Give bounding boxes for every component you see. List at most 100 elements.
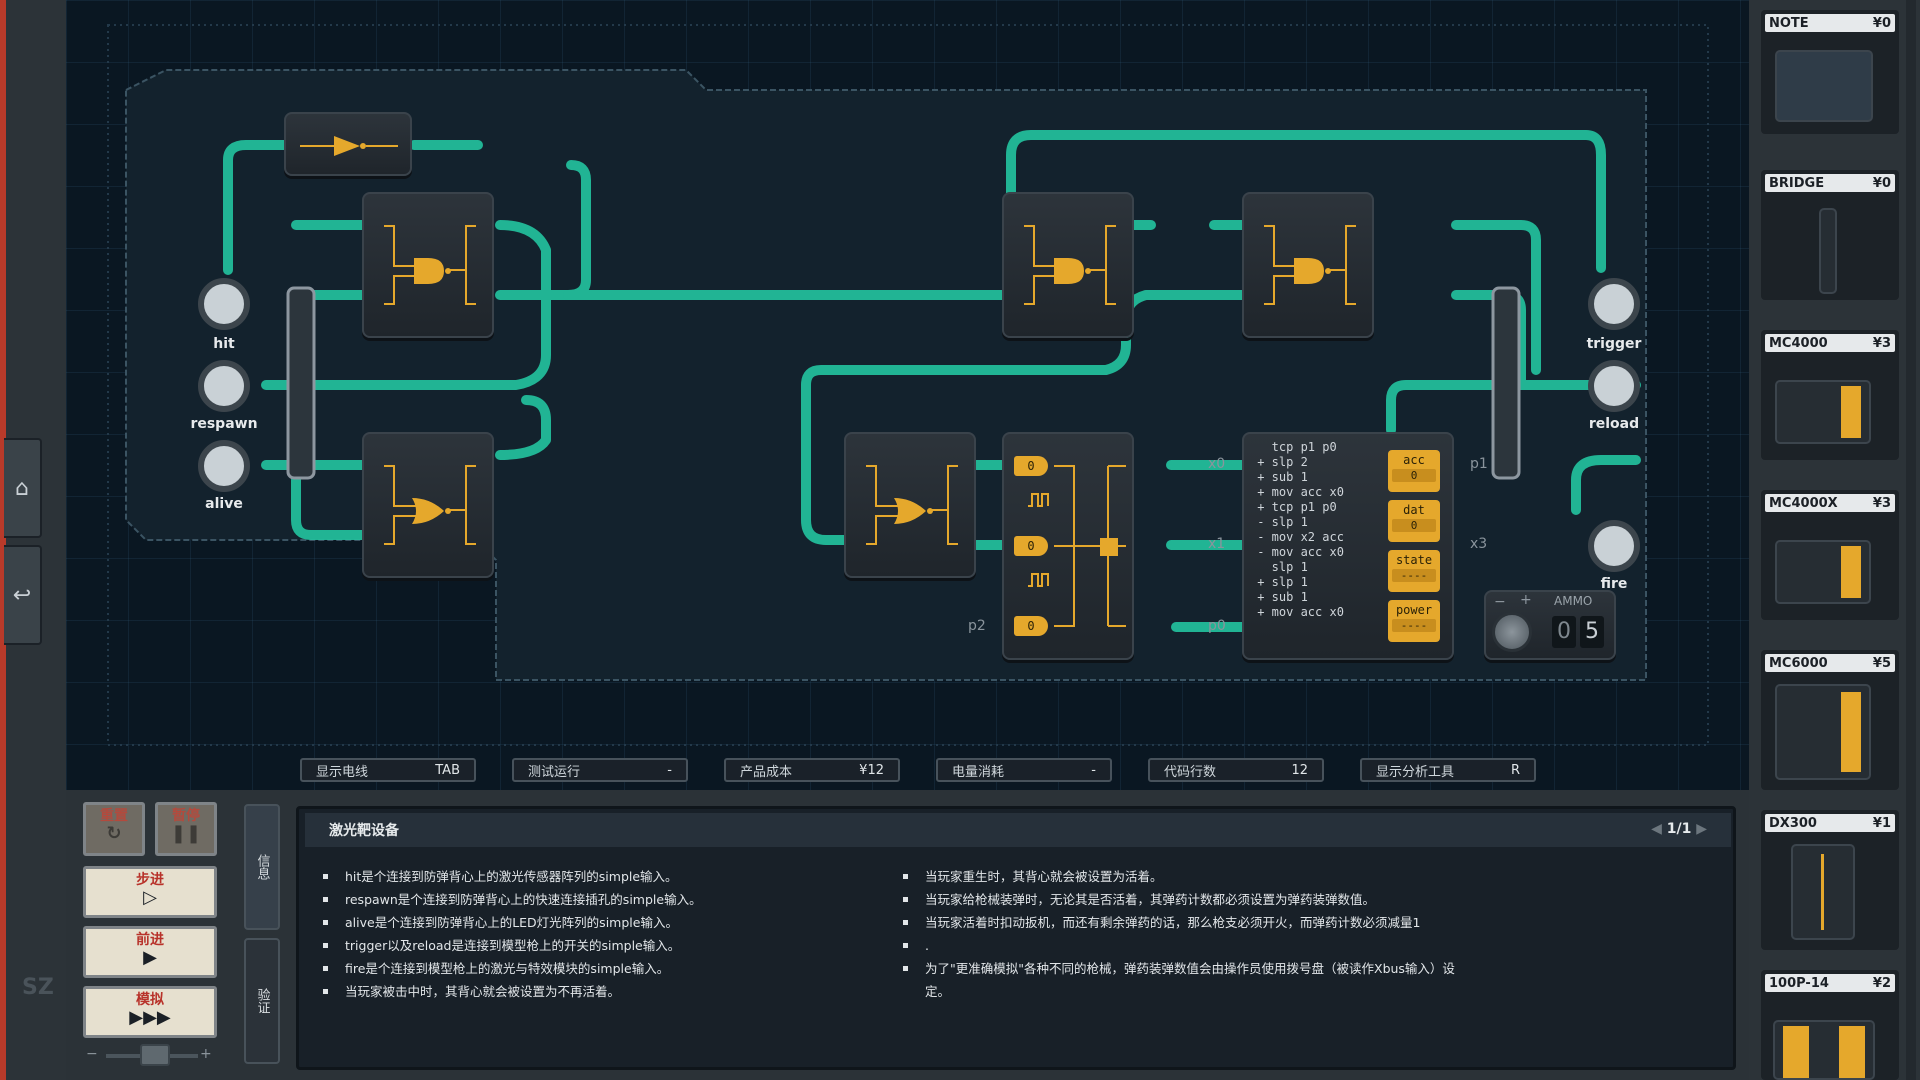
dial-knob-icon[interactable]	[1492, 612, 1532, 652]
pin-label-p2: p2	[968, 618, 986, 634]
pause-button[interactable]: 暂停 ❚❚	[155, 802, 217, 856]
buffer-icon	[300, 136, 398, 156]
part-note[interactable]: NOTE ¥0	[1761, 10, 1899, 134]
dx300-thumbnail	[1791, 844, 1855, 940]
logic-gate-module[interactable]	[362, 432, 494, 578]
tab-info[interactable]: 信息	[244, 804, 280, 930]
dx300-module[interactable]: 0 0 0	[1002, 432, 1134, 660]
back-icon: ↩	[12, 582, 32, 608]
mc6000-module[interactable]: tcp p1 p0 + slp 2 + sub 1 + mov acc x0 +…	[1242, 432, 1454, 660]
logic-gate-module[interactable]	[1242, 192, 1374, 338]
step-icon: ▷	[143, 887, 157, 908]
list-item: fire是个连接到模型枪上的激光与特效模块的simple输入。	[323, 957, 883, 980]
list-item: 为了"更准确模拟"各种不同的枪械，弹药装弹数值会由操作员使用拨号盘（被读作Xbu…	[903, 957, 1463, 1003]
parts-scrollbar[interactable]	[1906, 0, 1916, 1080]
list-item: hit是个连接到防弹背心上的激光传感器阵列的simple输入。	[323, 865, 883, 888]
logic-gate-module[interactable]	[844, 432, 976, 578]
list-item: trigger以及reload是连接到模型枪上的开关的simple输入。	[323, 934, 883, 957]
show-analysis-tools-toggle[interactable]: 显示分析工具 R	[1360, 758, 1536, 782]
mc4000x-thumbnail	[1775, 540, 1871, 604]
pin-label-alive: alive	[205, 496, 243, 512]
bottom-panel: 重置 ↻ 暂停 ❚❚ 步进 ▷ 前进 ▶ 模拟 ▶▶▶ − + 信息 验证 激光靶设备 ◀…	[66, 790, 1749, 1080]
info-header: 激光靶设备 ◀ 1/1 ▶	[305, 813, 1731, 847]
dial-plus-button[interactable]: +	[1520, 592, 1532, 608]
pin-label-reload: reload	[1588, 416, 1640, 432]
pin-label-x3: x3	[1470, 536, 1488, 552]
pin-fire[interactable]	[1588, 520, 1640, 572]
part-100p14[interactable]: 100P-14 ¥2	[1761, 970, 1899, 1080]
circuit-board[interactable]: hit respawn alive trigger reload fire 0 …	[66, 0, 1749, 790]
pin-label-p1: p1	[1470, 456, 1488, 472]
pause-icon: ❚❚	[170, 823, 202, 844]
part-title: 100P-14 ¥2	[1765, 974, 1895, 992]
ammo-dial-module[interactable]: − + AMMO 0 5	[1484, 590, 1616, 660]
list-item: alive是个连接到防弹背心上的LED灯光阵列的simple输入。	[323, 911, 883, 934]
part-mc4000x[interactable]: MC4000X ¥3	[1761, 490, 1899, 620]
test-run-indicator: 测试运行 -	[512, 758, 688, 782]
list-item: .	[903, 934, 1463, 957]
list-item: respawn是个连接到防弹背心上的快速连接插孔的simple输入。	[323, 888, 883, 911]
part-dx300[interactable]: DX300 ¥1	[1761, 810, 1899, 950]
simulate-button[interactable]: 模拟 ▶▶▶	[83, 986, 217, 1038]
tab-verify[interactable]: 验证	[244, 938, 280, 1064]
pin-respawn[interactable]	[198, 360, 250, 412]
fast-forward-icon: ▶▶▶	[129, 1007, 171, 1028]
info-panel: 激光靶设备 ◀ 1/1 ▶ hit是个连接到防弹背心上的激光传感器阵列的simp…	[296, 806, 1736, 1070]
nand-gate-icon	[1264, 225, 1356, 305]
note-thumbnail	[1775, 50, 1873, 122]
dial-minus-button[interactable]: −	[1494, 594, 1506, 610]
nor-gate-icon	[384, 465, 476, 545]
buffer-module[interactable]	[284, 112, 412, 176]
pin-label-hit: hit	[213, 336, 235, 352]
ammo-digit: 5	[1580, 616, 1604, 648]
part-title: NOTE ¥0	[1765, 14, 1895, 32]
pin-label-x0: x0	[1208, 456, 1226, 472]
reset-button[interactable]: 重置 ↻	[83, 802, 145, 856]
part-title: MC4000 ¥3	[1765, 334, 1895, 352]
show-wires-toggle[interactable]: 显示电线 TAB	[300, 758, 476, 782]
list-item: 当玩家给枪械装弹时，无论其是否活着，其弹药计数都必须设置为弹药装弹数值。	[903, 888, 1463, 911]
part-title: MC6000 ¥5	[1765, 654, 1895, 672]
left-sidebar: ⌂ ↩ SZ	[0, 0, 66, 1080]
part-title: DX300 ¥1	[1765, 814, 1895, 832]
part-title: BRIDGE ¥0	[1765, 174, 1895, 192]
part-title: MC4000X ¥3	[1765, 494, 1895, 512]
play-icon: ▶	[143, 947, 157, 968]
pin-reload[interactable]	[1588, 360, 1640, 412]
ammo-digit: 0	[1552, 616, 1576, 648]
nand-gate-icon	[1024, 225, 1116, 305]
register-acc: acc 0	[1388, 450, 1440, 492]
step-button[interactable]: 步进 ▷	[83, 866, 217, 918]
dx-value: 0	[1014, 536, 1048, 556]
nand-gate-icon	[384, 225, 476, 305]
back-button[interactable]: ↩	[4, 545, 42, 645]
mc4000-thumbnail	[1775, 380, 1871, 444]
power-usage-indicator: 电量消耗 -	[936, 758, 1112, 782]
100p14-thumbnail	[1773, 1020, 1875, 1080]
info-list-left: hit是个连接到防弹背心上的激光传感器阵列的simple输入。 respawn是…	[323, 865, 883, 1003]
chevron-right-icon[interactable]: ▶	[1696, 821, 1707, 837]
speed-minus-icon[interactable]: −	[86, 1046, 98, 1062]
register-power: power ----	[1388, 600, 1440, 642]
pin-alive[interactable]	[198, 440, 250, 492]
logic-gate-module[interactable]	[1002, 192, 1134, 338]
pin-trigger[interactable]	[1588, 278, 1640, 330]
pin-hit[interactable]	[198, 278, 250, 330]
advance-button[interactable]: 前进 ▶	[83, 926, 217, 978]
chevron-left-icon[interactable]: ◀	[1651, 821, 1662, 837]
part-mc6000[interactable]: MC6000 ¥5	[1761, 650, 1899, 790]
speed-plus-icon[interactable]: +	[200, 1046, 212, 1062]
mc-program-code[interactable]: tcp p1 p0 + slp 2 + sub 1 + mov acc x0 +…	[1250, 440, 1344, 620]
logic-gate-module[interactable]	[362, 192, 494, 338]
lines-of-code-indicator: 代码行数 12	[1148, 758, 1324, 782]
game-logo: SZ	[22, 975, 54, 1000]
page-indicator: ◀ 1/1 ▶	[1651, 821, 1707, 837]
mc6000-thumbnail	[1775, 684, 1871, 780]
home-button[interactable]: ⌂	[4, 438, 42, 538]
register-state: state ----	[1388, 550, 1440, 592]
list-item: 当玩家重生时，其背心就会被设置为活着。	[903, 865, 1463, 888]
part-bridge[interactable]: BRIDGE ¥0	[1761, 170, 1899, 300]
speed-slider-handle[interactable]	[140, 1044, 170, 1066]
pin-label-respawn: respawn	[190, 416, 258, 432]
part-mc4000[interactable]: MC4000 ¥3	[1761, 330, 1899, 460]
